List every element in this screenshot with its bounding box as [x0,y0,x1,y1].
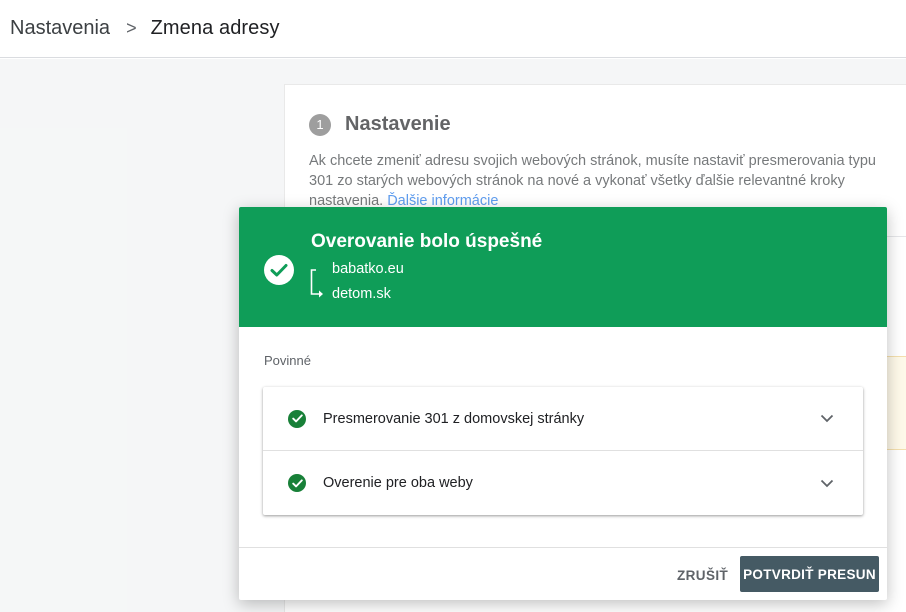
dialog-success-header: Overovanie bolo úspešné babatko.eu detom… [239,207,887,327]
redirect-arrow-icon [310,269,323,298]
check-circle-icon [264,255,294,285]
verification-dialog: Overovanie bolo úspešné babatko.eu detom… [239,207,887,600]
check-row-redirect-301[interactable]: Presmerovanie 301 z domovskej stránky [263,387,863,451]
breadcrumb: Nastavenia > Zmena adresy [0,0,906,58]
divider [239,547,887,548]
check-circle-icon [288,474,306,492]
chevron-down-icon[interactable] [819,475,835,491]
check-row-label: Presmerovanie 301 z domovskej stránky [323,410,585,427]
dialog-title: Overovanie bolo úspešné [311,231,543,252]
check-row-both-sites[interactable]: Overenie pre oba weby [263,451,863,515]
checks-list: Presmerovanie 301 z domovskej stránky Ov… [263,387,863,515]
chevron-right-icon: > [126,18,137,38]
check-row-label: Overenie pre oba weby [323,475,473,491]
confirm-move-button[interactable]: POTVRDIŤ PRESUN [740,556,879,592]
page-title: Zmena adresy [150,17,280,39]
cancel-button[interactable]: ZRUŠIŤ [667,558,738,592]
source-domain: babatko.eu [332,261,404,277]
target-domain: detom.sk [332,286,391,302]
breadcrumb-settings[interactable]: Nastavenia [10,17,110,40]
chevron-down-icon[interactable] [819,411,835,427]
check-circle-icon [288,409,306,428]
required-section-label: Povinné [264,353,311,368]
